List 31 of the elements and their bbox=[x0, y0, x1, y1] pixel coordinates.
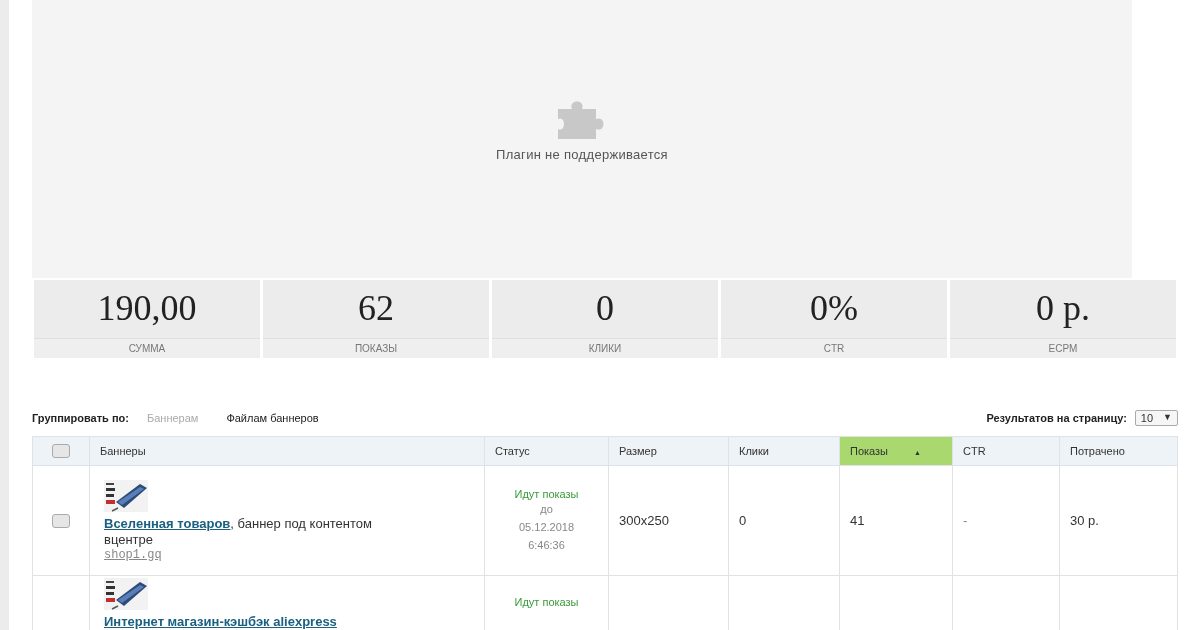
table-cell: 41 bbox=[850, 513, 865, 528]
column-header[interactable]: Баннеры bbox=[89, 436, 485, 466]
banner-link[interactable]: Интернет магазин-кэшбэк aliexpress bbox=[104, 614, 337, 629]
column-header[interactable]: Потрачено bbox=[1059, 436, 1178, 466]
banner-title: Вселенная товаров, баннер под контентом вцентре bbox=[104, 515, 373, 548]
column-header[interactable]: CTR bbox=[952, 436, 1060, 466]
status-date: 05.12.2018 bbox=[517, 519, 576, 535]
status-date: 6:46:36 bbox=[527, 537, 566, 553]
group-by-option[interactable]: Файлам баннеров bbox=[226, 412, 319, 424]
column-header[interactable]: Размер bbox=[608, 436, 729, 466]
per-page-select[interactable]: 10 ▼ bbox=[1134, 410, 1178, 426]
plugin-message: Плагин не поддерживается bbox=[496, 146, 668, 162]
stat-value: 0 bbox=[595, 287, 615, 330]
table-cell: 300x250 bbox=[619, 513, 669, 528]
per-page-label: Результатов на страницу: bbox=[986, 412, 1127, 424]
stat-value: 0 р. bbox=[1035, 287, 1091, 330]
stat-value: 62 bbox=[357, 287, 395, 330]
site-link[interactable]: shop1.gq bbox=[104, 547, 470, 562]
group-by-label: Группировать по: bbox=[32, 412, 129, 424]
status-text: Идут показы bbox=[513, 596, 580, 608]
table-cell: 0 bbox=[739, 513, 747, 528]
checkbox[interactable] bbox=[52, 444, 70, 459]
status-text: Идут показы bbox=[513, 487, 580, 500]
stat-value: 190,00 bbox=[96, 287, 198, 330]
table-cell: - bbox=[963, 513, 968, 528]
table-cell: 30 р. bbox=[1070, 513, 1099, 528]
checkbox[interactable] bbox=[52, 514, 70, 529]
column-header[interactable]: Статус bbox=[484, 436, 609, 466]
stat-value: 0% bbox=[809, 287, 859, 330]
column-header[interactable]: Клики bbox=[728, 436, 840, 466]
status-date: до bbox=[539, 501, 554, 517]
